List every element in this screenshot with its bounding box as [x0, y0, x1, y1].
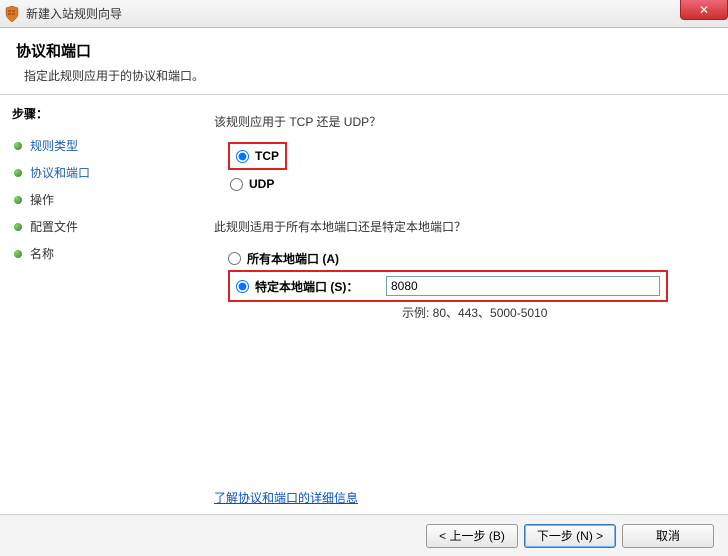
step-profile[interactable]: 配置文件: [12, 213, 178, 240]
close-icon: ✕: [699, 3, 709, 17]
specific-ports-radio[interactable]: [236, 280, 249, 293]
udp-radio-row[interactable]: UDP: [228, 174, 704, 194]
all-ports-label: 所有本地端口 (A): [247, 250, 339, 267]
specific-ports-row[interactable]: 特定本地端口 (S)：: [236, 278, 386, 295]
bullet-icon: [14, 250, 22, 258]
step-name[interactable]: 名称: [12, 240, 178, 267]
port-example: 示例: 80、443、5000-5010: [402, 304, 704, 321]
udp-radio[interactable]: [230, 178, 243, 191]
bullet-icon: [14, 196, 22, 204]
page-title: 协议和端口: [16, 40, 712, 61]
wizard-footer: < 上一步 (B) 下一步 (N) > 取消: [0, 514, 728, 556]
step-protocol-port[interactable]: 协议和端口: [12, 159, 178, 186]
page-subtitle: 指定此规则应用于的协议和端口。: [24, 67, 712, 84]
learn-more-link[interactable]: 了解协议和端口的详细信息: [214, 489, 358, 506]
bullet-icon: [14, 223, 22, 231]
step-label: 配置文件: [30, 218, 78, 235]
tcp-radio-row[interactable]: TCP: [234, 146, 281, 166]
titlebar: 新建入站规则向导 ✕: [0, 0, 728, 28]
wizard-body: 步骤： 规则类型 协议和端口 操作 配置文件 名称 该规则应用于 TCP 还是 …: [0, 95, 728, 514]
steps-sidebar: 步骤： 规则类型 协议和端口 操作 配置文件 名称: [0, 95, 190, 514]
port-question: 此规则适用于所有本地端口还是特定本地端口？: [214, 218, 704, 235]
tcp-highlight: TCP: [228, 142, 287, 170]
steps-heading: 步骤：: [12, 105, 178, 122]
wizard-content: 该规则应用于 TCP 还是 UDP？ TCP UDP 此规则适用于所有本地端口还…: [190, 95, 728, 514]
protocol-radio-group: TCP UDP: [228, 142, 704, 194]
port-radio-group: 所有本地端口 (A) 特定本地端口 (S)： 示例: 80、443、5000-5…: [228, 247, 704, 321]
step-label: 名称: [30, 245, 54, 262]
specific-ports-highlight: 特定本地端口 (S)：: [228, 270, 668, 302]
specific-ports-label: 特定本地端口 (S)：: [255, 278, 358, 295]
tcp-radio[interactable]: [236, 150, 249, 163]
step-label: 规则类型: [30, 137, 78, 154]
bullet-icon: [14, 169, 22, 177]
port-input[interactable]: [386, 276, 660, 296]
all-ports-row[interactable]: 所有本地端口 (A): [228, 247, 704, 270]
step-action[interactable]: 操作: [12, 186, 178, 213]
back-button[interactable]: < 上一步 (B): [426, 524, 518, 548]
window-title: 新建入站规则向导: [26, 5, 122, 22]
wizard-header: 协议和端口 指定此规则应用于的协议和端口。: [0, 28, 728, 95]
protocol-question: 该规则应用于 TCP 还是 UDP？: [214, 113, 704, 130]
tcp-label: TCP: [255, 149, 279, 163]
bullet-icon: [14, 142, 22, 150]
all-ports-radio[interactable]: [228, 252, 241, 265]
next-button[interactable]: 下一步 (N) >: [524, 524, 616, 548]
close-button[interactable]: ✕: [680, 0, 728, 20]
step-label: 操作: [30, 191, 54, 208]
step-rule-type[interactable]: 规则类型: [12, 132, 178, 159]
udp-label: UDP: [249, 177, 274, 191]
step-label: 协议和端口: [30, 164, 90, 181]
firewall-icon: [4, 6, 20, 22]
cancel-button[interactable]: 取消: [622, 524, 714, 548]
